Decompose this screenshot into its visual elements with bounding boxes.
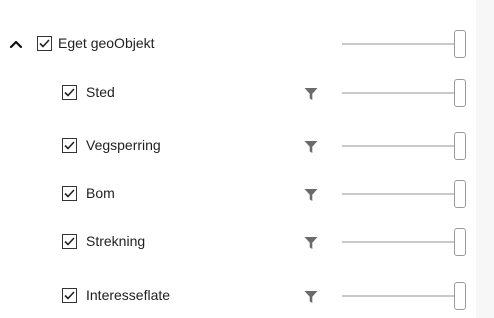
layer-label: Strekning xyxy=(86,233,146,249)
layer-group-row: Eget geoObjekt xyxy=(0,24,476,64)
slider-thumb[interactable] xyxy=(454,79,466,107)
layer-checkbox[interactable] xyxy=(62,234,77,249)
slider-fill xyxy=(342,92,454,94)
layer-group-label: Eget geoObjekt xyxy=(58,35,155,51)
layer-group-checkbox[interactable] xyxy=(37,36,52,51)
opacity-slider[interactable] xyxy=(342,79,472,107)
opacity-slider[interactable] xyxy=(342,30,472,58)
layer-row: Strekning xyxy=(0,222,476,262)
layer-checkbox[interactable] xyxy=(62,85,77,100)
layer-checkbox[interactable] xyxy=(62,288,77,303)
slider-thumb[interactable] xyxy=(454,30,466,58)
slider-fill xyxy=(342,295,454,297)
filter-icon[interactable] xyxy=(304,140,318,154)
slider-fill xyxy=(342,145,454,147)
layer-label: Vegsperring xyxy=(86,137,161,153)
chevron-up-icon[interactable] xyxy=(8,36,24,52)
layer-label: Interesseflate xyxy=(86,287,171,303)
slider-thumb[interactable] xyxy=(454,228,466,256)
layer-label: Bom xyxy=(86,185,115,201)
slider-fill xyxy=(342,43,454,45)
filter-icon[interactable] xyxy=(304,87,318,101)
layer-row: Bom xyxy=(0,174,476,214)
layer-panel: Eget geoObjekt Sted Vegsperring Bom Stre… xyxy=(0,0,476,318)
layer-row: Sted xyxy=(0,73,476,113)
slider-fill xyxy=(342,241,454,243)
layer-row: Vegsperring xyxy=(0,126,476,166)
layer-row: Interesseflate xyxy=(0,276,476,316)
opacity-slider[interactable] xyxy=(342,180,472,208)
filter-icon[interactable] xyxy=(304,290,318,304)
opacity-slider[interactable] xyxy=(342,132,472,160)
slider-fill xyxy=(342,193,454,195)
opacity-slider[interactable] xyxy=(342,228,472,256)
filter-icon[interactable] xyxy=(304,188,318,202)
slider-thumb[interactable] xyxy=(454,180,466,208)
slider-thumb[interactable] xyxy=(454,282,466,310)
layer-checkbox[interactable] xyxy=(62,186,77,201)
filter-icon[interactable] xyxy=(304,236,318,250)
layer-label: Sted xyxy=(86,84,115,100)
layer-checkbox[interactable] xyxy=(62,138,77,153)
opacity-slider[interactable] xyxy=(342,282,472,310)
scroll-gutter xyxy=(476,0,494,318)
slider-thumb[interactable] xyxy=(454,132,466,160)
